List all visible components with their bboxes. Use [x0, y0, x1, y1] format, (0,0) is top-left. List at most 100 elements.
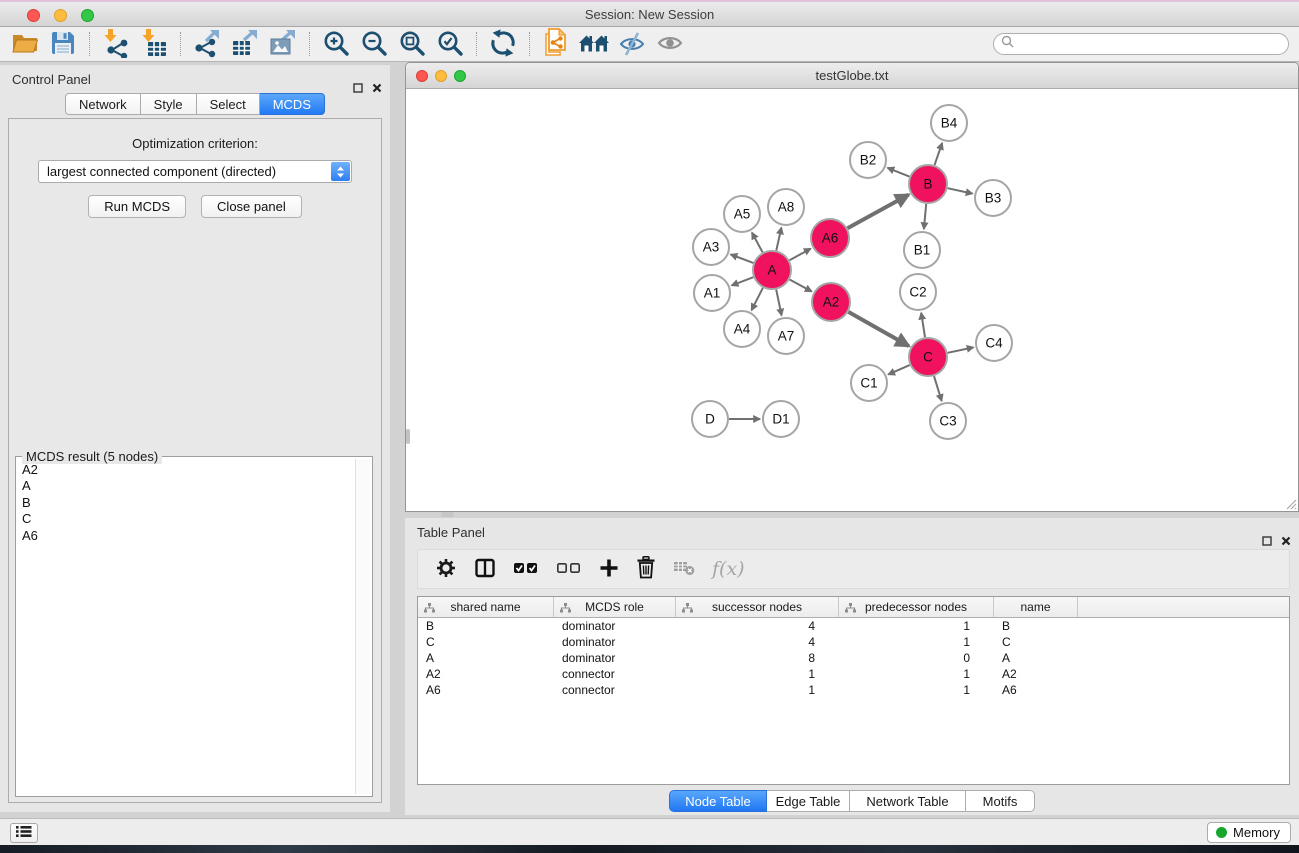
network-canvas[interactable]: B4B2BB3B1A6A5A8A3AA1A4A7A2C2C4CC1C3DD1: [406, 89, 1298, 511]
first-neighbors-button[interactable]: [575, 29, 613, 60]
memory-button[interactable]: Memory: [1207, 822, 1291, 843]
add-column-button[interactable]: [599, 554, 619, 584]
tab-network-table[interactable]: Network Table: [850, 790, 966, 812]
minimize-network-window-button[interactable]: [435, 70, 447, 82]
table-cell: 1: [839, 667, 994, 681]
float-panel-button[interactable]: [353, 73, 363, 103]
graph-edge-C-C2[interactable]: [921, 313, 925, 337]
graph-edge-A-A8[interactable]: [776, 228, 781, 251]
tab-mcds[interactable]: MCDS: [260, 93, 325, 115]
export-network-button[interactable]: [188, 29, 226, 60]
graph-node-label: A6: [822, 231, 839, 246]
select-all-columns-button[interactable]: [513, 554, 539, 584]
function-builder-button[interactable]: f(x): [712, 554, 745, 584]
graph-edge-A6-B[interactable]: [848, 195, 909, 229]
close-window-button[interactable]: [27, 9, 40, 22]
refresh-icon: [489, 29, 517, 60]
show-all-button[interactable]: [651, 29, 689, 60]
tab-motifs[interactable]: Motifs: [966, 790, 1035, 812]
list-item[interactable]: B: [22, 495, 354, 511]
column-header-mcds-role[interactable]: MCDS role: [554, 597, 676, 617]
import-table-button[interactable]: [135, 29, 173, 60]
graph-edge-A-A2[interactable]: [790, 280, 812, 292]
list-item[interactable]: A: [22, 478, 354, 494]
tab-network[interactable]: Network: [65, 93, 141, 115]
export-table-button[interactable]: [226, 29, 264, 60]
zoom-selected-button[interactable]: [431, 29, 469, 60]
vertical-scroll-thumb[interactable]: [406, 429, 410, 444]
application-window: Session: New Session Cont: [0, 0, 1299, 853]
table-cell: dominator: [554, 635, 676, 649]
deselect-all-columns-button[interactable]: [556, 554, 582, 584]
horizontal-scroll-thumb[interactable]: [441, 512, 454, 517]
list-item[interactable]: A6: [22, 528, 354, 544]
save-session-button[interactable]: [44, 29, 82, 60]
zoom-window-button[interactable]: [81, 9, 94, 22]
tab-select[interactable]: Select: [197, 93, 260, 115]
list-item[interactable]: A2: [22, 462, 354, 478]
graph-edge-A-A5[interactable]: [752, 233, 763, 253]
graph-edge-C-C3[interactable]: [934, 376, 942, 401]
graph-edge-A2-C[interactable]: [848, 312, 909, 346]
minimize-window-button[interactable]: [54, 9, 67, 22]
table-row[interactable]: Bdominator41B: [418, 618, 1289, 634]
column-header-predecessor-nodes[interactable]: predecessor nodes: [839, 597, 994, 617]
graph-node-label: A8: [778, 200, 795, 215]
graph-edge-C-C4[interactable]: [948, 347, 974, 352]
graph-edge-B-B3[interactable]: [948, 188, 973, 193]
graph-edge-A-A3[interactable]: [731, 254, 754, 263]
status-bar: Memory: [0, 818, 1299, 845]
graph-edge-B-B1[interactable]: [924, 204, 926, 229]
graph-node-label: B4: [941, 116, 958, 131]
close-panel-button-2[interactable]: Close panel: [201, 195, 302, 218]
graph-edge-B-B4[interactable]: [935, 143, 943, 165]
close-network-window-button[interactable]: [416, 70, 428, 82]
mcds-result-box: MCDS result (5 nodes) A2ABCA6: [15, 456, 373, 797]
list-item[interactable]: C: [22, 511, 354, 527]
hide-selected-button[interactable]: [613, 29, 651, 60]
graph-edge-B-B2[interactable]: [888, 168, 910, 177]
column-header-successor-nodes[interactable]: successor nodes: [676, 597, 839, 617]
graph-edge-A-A7[interactable]: [776, 290, 781, 316]
table-row[interactable]: Adominator80A: [418, 650, 1289, 666]
criterion-select[interactable]: largest connected component (directed): [38, 160, 352, 183]
desktop-wallpaper-strip: [0, 845, 1299, 853]
column-header-name[interactable]: name: [994, 597, 1078, 617]
graph-node-label: A7: [778, 329, 795, 344]
table-row[interactable]: A6connector11A6: [418, 682, 1289, 698]
show-task-history-button[interactable]: [10, 823, 38, 843]
zoom-fit-button[interactable]: [393, 29, 431, 60]
open-session-button[interactable]: [6, 29, 44, 60]
search-input[interactable]: [1018, 35, 1288, 53]
graph-edge-A-A1[interactable]: [732, 277, 754, 285]
import-network-button[interactable]: [97, 29, 135, 60]
table-settings-button[interactable]: [435, 554, 457, 584]
graph-edge-C-C1[interactable]: [888, 365, 910, 374]
table-row[interactable]: Cdominator41C: [418, 634, 1289, 650]
tab-style[interactable]: Style: [141, 93, 197, 115]
run-mcds-button[interactable]: Run MCDS: [88, 195, 186, 218]
graph-edge-A-A6[interactable]: [790, 249, 811, 261]
delete-table-button[interactable]: [673, 554, 695, 584]
zoom-in-icon: [322, 29, 350, 60]
column-header-shared-name[interactable]: shared name: [418, 597, 554, 617]
close-panel-button[interactable]: [372, 73, 382, 103]
search-field[interactable]: [993, 33, 1289, 55]
tab-node-table[interactable]: Node Table: [669, 790, 767, 812]
tab-label: Motifs: [983, 794, 1018, 809]
delete-columns-button[interactable]: [636, 554, 656, 584]
export-image-button[interactable]: [264, 29, 302, 60]
graph-node-label: B2: [860, 153, 877, 168]
refresh-view-button[interactable]: [484, 29, 522, 60]
split-view-button[interactable]: [474, 554, 496, 584]
result-scrollbar[interactable]: [355, 459, 370, 794]
zoom-out-button[interactable]: [355, 29, 393, 60]
table-panel: Table Panel f(x) shared name MCD: [405, 518, 1299, 815]
zoom-in-button[interactable]: [317, 29, 355, 60]
tab-edge-table[interactable]: Edge Table: [767, 790, 850, 812]
window-resize-grip[interactable]: [1284, 497, 1297, 510]
zoom-network-window-button[interactable]: [454, 70, 466, 82]
clone-network-button[interactable]: [537, 29, 575, 60]
graph-edge-A-A4[interactable]: [752, 288, 763, 311]
table-row[interactable]: A2connector11A2: [418, 666, 1289, 682]
